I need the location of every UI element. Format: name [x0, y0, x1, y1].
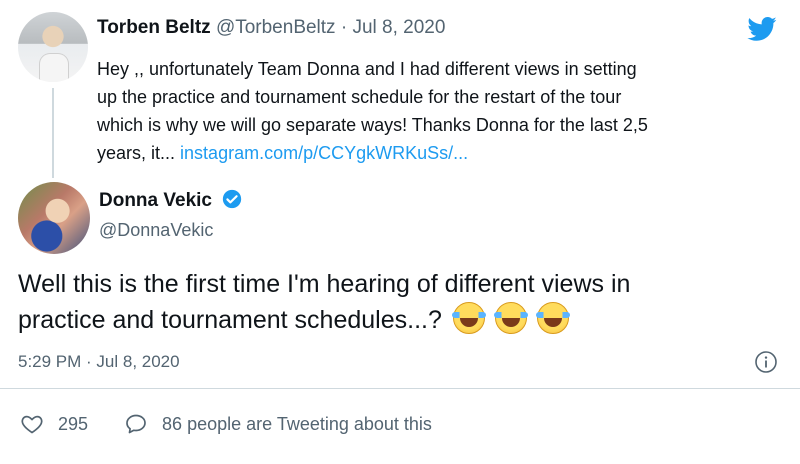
- reply-body-text: years, it...: [97, 143, 176, 163]
- header-separator: ·: [340, 17, 348, 38]
- author-avatar[interactable]: [18, 182, 90, 254]
- tweet-timestamp[interactable]: 5:29 PM · Jul 8, 2020: [18, 351, 180, 373]
- tweet-text-line: Well this is the first time I'm hearing …: [18, 270, 631, 298]
- reply-body-line: up the practice and tournament schedule …: [97, 87, 622, 107]
- reply-author-name[interactable]: Torben Beltz: [97, 17, 211, 38]
- reply-tweet-date[interactable]: Jul 8, 2020: [352, 17, 445, 38]
- tweet-text-line-last: practice and tournament schedules...?: [18, 302, 758, 344]
- divider: [0, 388, 800, 389]
- tweeting-about-label: 86 people are Tweeting about this: [162, 414, 432, 434]
- tweet-text: Well this is the first time I'm hearing …: [18, 266, 758, 344]
- reply-body-line: which is why we will go separate ways! T…: [97, 115, 648, 135]
- like-count: 295: [58, 414, 89, 434]
- reply-author-handle[interactable]: @TorbenBeltz: [216, 17, 336, 38]
- twitter-bird-icon[interactable]: [744, 14, 780, 44]
- tweet-text-line2: practice and tournament schedules...?: [18, 306, 442, 334]
- info-icon[interactable]: [754, 350, 778, 374]
- tweet-actions: 295 86 people are Tweeting about this: [20, 412, 468, 436]
- emoji-group: [451, 302, 572, 344]
- like-action[interactable]: 295: [20, 412, 88, 436]
- reply-tweet-header: Torben Beltz @TorbenBeltz · Jul 8, 2020: [97, 16, 445, 40]
- speech-bubble-icon[interactable]: [124, 412, 148, 436]
- author-handle[interactable]: @DonnaVekic: [99, 218, 213, 242]
- tears-of-joy-emoji: [451, 302, 486, 334]
- reply-body-line: Hey ,, unfortunately Team Donna and I ha…: [97, 59, 637, 79]
- author-name-row: Donna Vekic: [99, 188, 243, 213]
- author-name[interactable]: Donna Vekic: [99, 190, 212, 211]
- reply-body-line-last: years, it... instagram.com/p/CCYgkWRKuSs…: [97, 139, 737, 167]
- reply-tweet-body: Hey ,, unfortunately Team Donna and I ha…: [97, 55, 737, 167]
- tweeting-about-action[interactable]: 86 people are Tweeting about this: [124, 412, 432, 436]
- heart-icon[interactable]: [20, 412, 44, 436]
- reply-author-avatar[interactable]: [18, 12, 88, 82]
- thread-connector-line: [52, 88, 54, 178]
- verified-badge-icon: [223, 189, 242, 209]
- tears-of-joy-emoji: [535, 302, 570, 334]
- tears-of-joy-emoji: [493, 302, 528, 334]
- instagram-link[interactable]: instagram.com/p/CCYgkWRKuSs/...: [180, 143, 468, 163]
